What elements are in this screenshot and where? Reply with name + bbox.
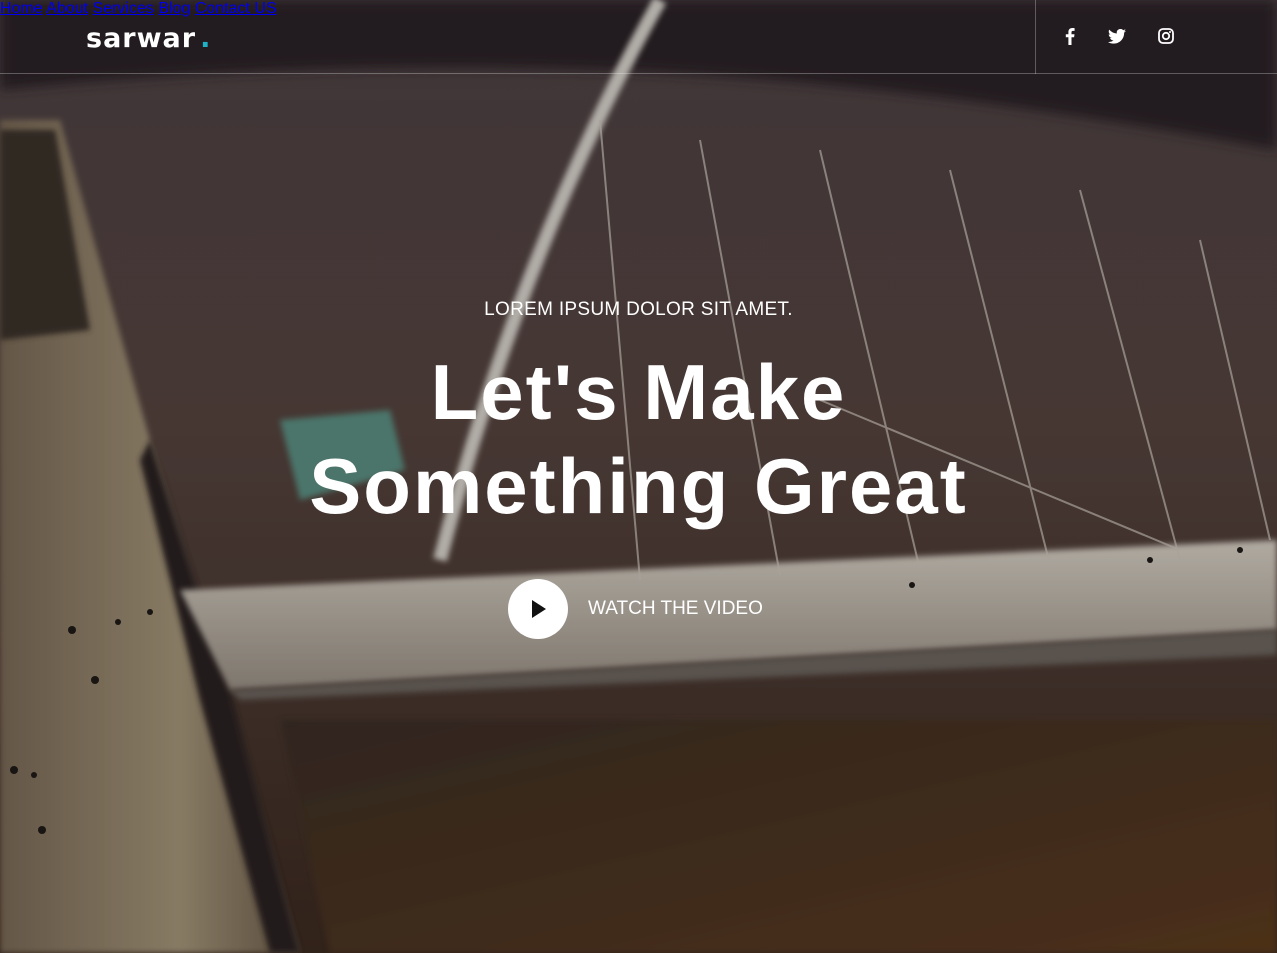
hero-headline: Let's Make Something Great	[0, 345, 1277, 533]
play-glyph	[532, 599, 546, 618]
watch-video-label: WATCH THE VIDEO	[588, 597, 763, 619]
nav-item-home[interactable]: Home	[0, 0, 43, 17]
main-nav: Home About Services Blog Contact US	[0, 0, 1277, 18]
site-header: sarwar. Home About Services Blog Contact…	[0, 0, 1277, 74]
header-divider	[1035, 0, 1036, 74]
nav-item-contact[interactable]: Contact US	[195, 0, 277, 17]
facebook-icon[interactable]	[1060, 26, 1080, 46]
headline-line-1: Let's Make	[430, 348, 847, 436]
watch-video-button[interactable]: WATCH THE VIDEO	[508, 578, 763, 639]
brand-name: sarwar	[86, 23, 197, 54]
brand-dot: .	[200, 23, 212, 54]
nav-item-about[interactable]: About	[46, 0, 88, 17]
facebook-glyph	[1065, 27, 1075, 45]
instagram-glyph	[1158, 28, 1174, 44]
play-icon[interactable]	[508, 578, 568, 639]
twitter-glyph	[1108, 28, 1126, 44]
instagram-icon[interactable]	[1156, 26, 1176, 46]
brand-logo[interactable]: sarwar.	[86, 22, 211, 56]
hero-eyebrow: LOREM IPSUM DOLOR SIT AMET.	[484, 299, 793, 320]
headline-line-2: Something Great	[309, 442, 968, 530]
nav-item-blog[interactable]: Blog	[158, 0, 190, 17]
nav-item-services[interactable]: Services	[93, 0, 154, 17]
twitter-icon[interactable]	[1107, 26, 1127, 46]
hero-section: sarwar. Home About Services Blog Contact…	[0, 0, 1277, 953]
